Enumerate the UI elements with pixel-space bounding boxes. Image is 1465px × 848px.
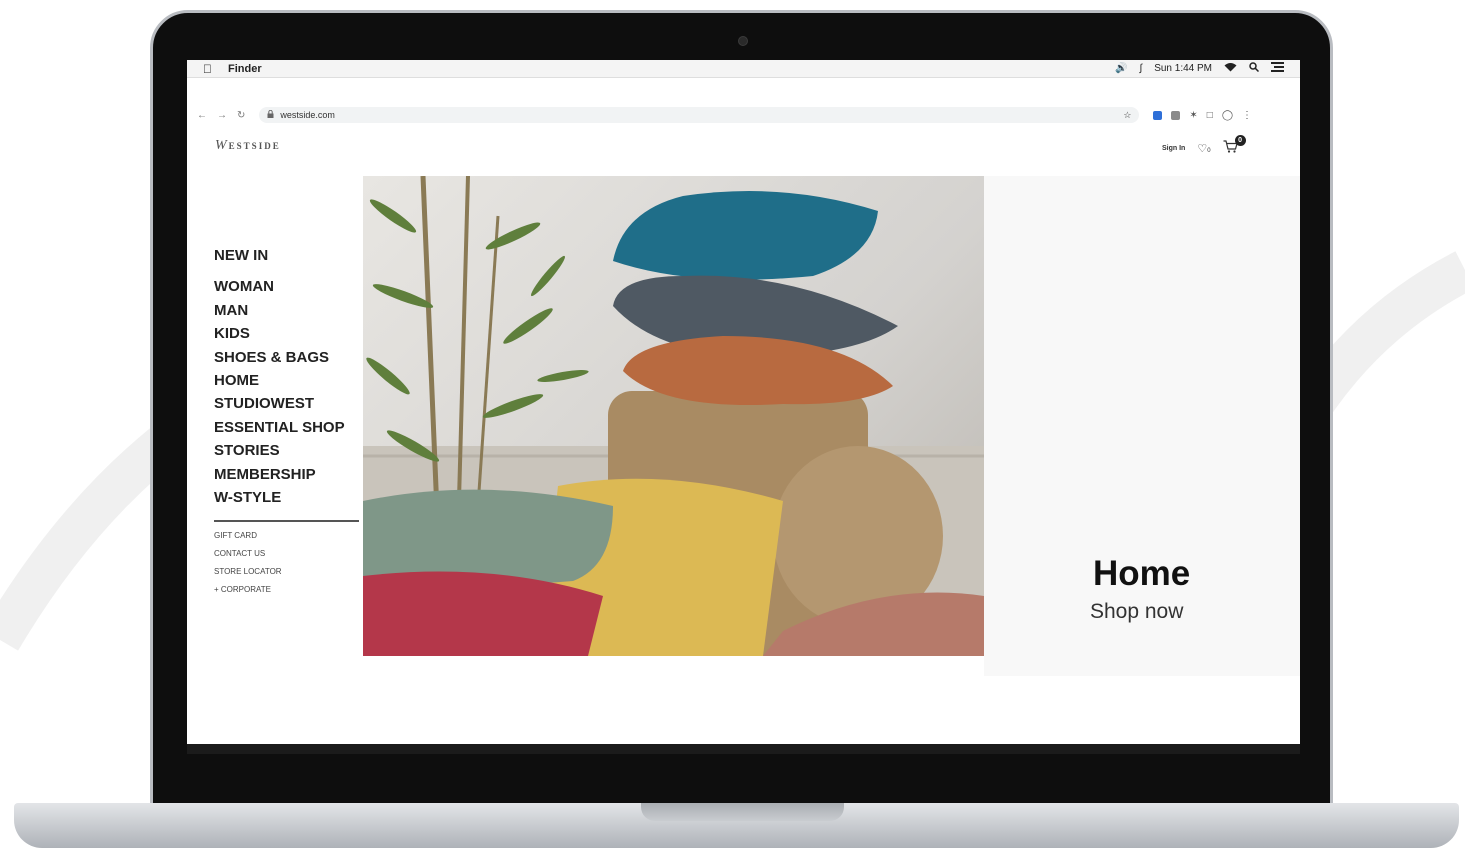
- forward-icon[interactable]: →: [217, 110, 227, 121]
- nav-new-in[interactable]: NEW IN: [214, 244, 364, 267]
- nav-woman[interactable]: WOMAN: [214, 275, 364, 298]
- nav-man[interactable]: MAN: [214, 299, 364, 322]
- logo-initial: W: [215, 138, 229, 153]
- apple-icon[interactable]: : [203, 62, 212, 76]
- spotlight-icon[interactable]: [1249, 62, 1260, 75]
- nav-stories[interactable]: STORIES: [214, 439, 364, 462]
- wishlist-button[interactable]: ♡0: [1197, 142, 1210, 155]
- store-locator-link[interactable]: STORE LOCATOR: [214, 566, 282, 578]
- wishlist-count: 0: [1207, 147, 1211, 154]
- nav-shoes-bags[interactable]: SHOES & BAGS: [214, 346, 364, 369]
- bookmark-star-icon[interactable]: ☆: [1123, 110, 1131, 121]
- lock-icon: [267, 109, 274, 120]
- nav-kids[interactable]: KIDS: [214, 322, 364, 345]
- mac-menu-bar:  Finder 🔊 ∫ Sun 1:44 PM: [187, 60, 1300, 78]
- cart-button[interactable]: 0: [1223, 135, 1246, 156]
- nav-studiowest[interactable]: STUDIOWEST: [214, 392, 364, 415]
- back-icon[interactable]: ←: [197, 110, 207, 121]
- url-text: westside.com: [280, 110, 335, 120]
- logo-wordmark: ESTSIDE: [228, 141, 281, 151]
- browser-toolbar: ← → ↻ westside.com ☆ ✶ □ ◯ ⋮: [187, 104, 1300, 126]
- hero-image-cushions[interactable]: [363, 176, 984, 656]
- laptop-screen:  Finder 🔊 ∫ Sun 1:44 PM ← → ↻ westside.…: [187, 60, 1300, 744]
- reload-icon[interactable]: ↻: [237, 110, 245, 121]
- wifi-icon[interactable]: [1224, 62, 1237, 75]
- shop-now-link[interactable]: Shop now: [1090, 600, 1183, 624]
- nav-divider: [214, 520, 359, 522]
- secondary-nav: GIFT CARD CONTACT US STORE LOCATOR + COR…: [214, 530, 282, 602]
- sign-in-link[interactable]: Sign In: [1162, 145, 1185, 152]
- extension-icon[interactable]: [1171, 110, 1181, 120]
- header-actions: Sign In ♡0 0: [1162, 135, 1246, 156]
- active-app-name[interactable]: Finder: [228, 63, 262, 75]
- main-category-nav: NEW IN WOMAN MAN KIDS SHOES & BAGS HOME …: [214, 244, 364, 509]
- kebab-menu-icon[interactable]: ⋮: [1242, 110, 1252, 121]
- menu-extras: 🔊 ∫ Sun 1:44 PM: [1115, 62, 1284, 75]
- laptop-opening-notch: [641, 803, 844, 821]
- nav-essential-shop[interactable]: ESSENTIAL SHOP: [214, 416, 364, 439]
- lid-bottom-bezel: [187, 744, 1300, 754]
- nav-w-style[interactable]: W-STYLE: [214, 486, 364, 509]
- volume-icon[interactable]: 🔊: [1115, 63, 1127, 74]
- control-center-icon[interactable]: [1271, 62, 1284, 75]
- promo-title: Home: [1093, 554, 1191, 593]
- westside-logo[interactable]: WESTSIDE: [215, 138, 281, 154]
- cart-count-badge: 0: [1234, 135, 1246, 146]
- heart-icon: ♡: [1197, 142, 1208, 155]
- webcam-icon: [738, 36, 748, 46]
- nav-membership[interactable]: MEMBERSHIP: [214, 463, 364, 486]
- address-bar[interactable]: westside.com ☆: [259, 107, 1140, 123]
- nav-home[interactable]: HOME: [214, 369, 364, 392]
- sidebar-icon[interactable]: □: [1207, 110, 1213, 121]
- extension-icon[interactable]: [1153, 110, 1163, 120]
- gift-card-link[interactable]: GIFT CARD: [214, 530, 282, 542]
- extension-icons: ✶ □ ◯ ⋮: [1153, 110, 1252, 121]
- bluetooth-icon[interactable]: ∫: [1139, 63, 1142, 74]
- corporate-link[interactable]: + CORPORATE: [214, 584, 282, 596]
- menubar-clock[interactable]: Sun 1:44 PM: [1154, 63, 1212, 74]
- profile-icon[interactable]: ◯: [1222, 110, 1233, 121]
- contact-us-link[interactable]: CONTACT US: [214, 548, 282, 560]
- hero-illustration: [363, 176, 984, 656]
- puzzle-icon[interactable]: ✶: [1189, 110, 1197, 121]
